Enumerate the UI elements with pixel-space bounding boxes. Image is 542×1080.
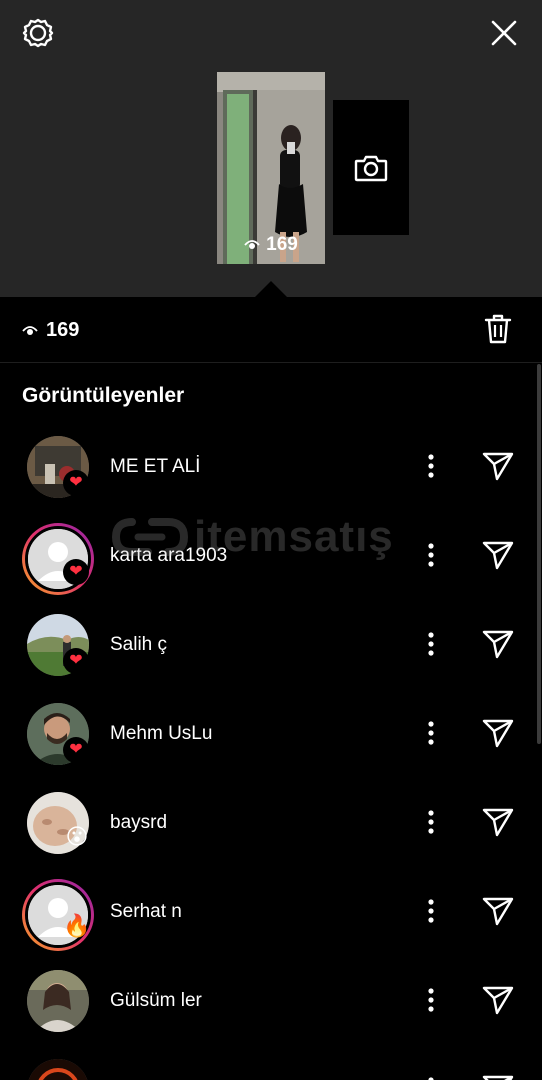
paper-plane-icon bbox=[482, 897, 514, 926]
more-dots-icon bbox=[428, 810, 434, 834]
views-summary-bar: 169 bbox=[0, 297, 542, 363]
close-x-icon bbox=[491, 20, 517, 46]
story-view-number: 169 bbox=[266, 234, 298, 255]
viewer-row[interactable]: D bbox=[0, 1045, 542, 1080]
trash-icon bbox=[484, 314, 512, 344]
story-view-count: 169 bbox=[217, 234, 325, 256]
story-thumbnail[interactable]: 169 bbox=[217, 72, 325, 264]
more-options-button[interactable] bbox=[416, 984, 446, 1016]
paper-plane-icon bbox=[482, 452, 514, 481]
delete-story-button[interactable] bbox=[478, 311, 518, 347]
send-message-button[interactable] bbox=[478, 1071, 518, 1080]
viewer-row[interactable]: Gülsüm ler bbox=[0, 956, 542, 1045]
avatar[interactable]: ❤ bbox=[22, 614, 94, 686]
send-message-button[interactable] bbox=[478, 626, 518, 662]
eye-icon bbox=[22, 325, 38, 335]
more-dots-icon bbox=[428, 632, 434, 656]
heart-reaction-icon: ❤ bbox=[63, 737, 89, 763]
more-options-button[interactable] bbox=[416, 628, 446, 660]
more-options-button[interactable] bbox=[416, 895, 446, 927]
viewer-username[interactable]: Mehm UsLu bbox=[110, 723, 212, 745]
viewer-row[interactable]: ❤ Mehm UsLu bbox=[0, 689, 542, 778]
more-options-button[interactable] bbox=[416, 450, 446, 482]
avatar[interactable]: 😮 bbox=[22, 792, 94, 864]
paper-plane-icon bbox=[482, 808, 514, 837]
more-options-button[interactable] bbox=[416, 1073, 446, 1080]
selection-pointer bbox=[255, 281, 287, 297]
send-message-button[interactable] bbox=[478, 715, 518, 751]
viewer-row[interactable]: ❤ Salih ç bbox=[0, 600, 542, 689]
paper-plane-icon bbox=[482, 719, 514, 748]
avatar[interactable] bbox=[22, 970, 94, 1042]
more-options-button[interactable] bbox=[416, 717, 446, 749]
eye-icon bbox=[244, 240, 260, 249]
story-preview-area: 169 bbox=[0, 0, 542, 297]
avatar[interactable]: ❤ bbox=[22, 523, 94, 597]
viewer-row[interactable]: 😮 baysrd bbox=[0, 778, 542, 867]
send-message-button[interactable] bbox=[478, 893, 518, 929]
add-story-camera-button[interactable] bbox=[333, 100, 409, 235]
paper-plane-icon bbox=[482, 630, 514, 659]
viewer-username[interactable]: Gülsüm ler bbox=[110, 990, 202, 1012]
more-dots-icon bbox=[428, 454, 434, 478]
avatar[interactable]: ❤ bbox=[22, 436, 94, 508]
viewer-row[interactable]: ❤ ME ET ALİ bbox=[0, 422, 542, 511]
avatar[interactable]: D bbox=[22, 1059, 94, 1080]
more-options-button[interactable] bbox=[416, 806, 446, 838]
heart-reaction-icon: ❤ bbox=[63, 559, 89, 585]
settings-gear-icon bbox=[22, 18, 54, 48]
avatar[interactable]: ❤ bbox=[22, 703, 94, 775]
avatar-image bbox=[27, 970, 89, 1032]
paper-plane-icon bbox=[482, 1075, 514, 1080]
svg-text:D: D bbox=[49, 1076, 68, 1080]
send-message-button[interactable] bbox=[478, 537, 518, 573]
send-message-button[interactable] bbox=[478, 982, 518, 1018]
viewer-username[interactable]: ME ET ALİ bbox=[110, 456, 200, 478]
viewer-username[interactable]: baysrd bbox=[110, 812, 167, 834]
viewer-row[interactable]: ❤ karta ara1903 bbox=[0, 511, 542, 600]
wow-reaction-icon: 😮 bbox=[65, 824, 89, 849]
paper-plane-icon bbox=[482, 986, 514, 1015]
viewer-username[interactable]: Serhat n bbox=[110, 901, 182, 923]
settings-button[interactable] bbox=[18, 13, 58, 53]
viewer-username[interactable]: karta ara1903 bbox=[110, 545, 227, 567]
paper-plane-icon bbox=[482, 541, 514, 570]
more-dots-icon bbox=[428, 721, 434, 745]
avatar[interactable]: 🔥 bbox=[22, 879, 94, 953]
avatar-story-ring bbox=[22, 523, 94, 595]
heart-reaction-icon: ❤ bbox=[63, 648, 89, 674]
viewer-list: ❤ ME ET ALİ ❤ karta ara1903 ❤ Salih ç ❤ … bbox=[0, 422, 542, 1080]
viewers-section-title: Görüntüleyenler bbox=[22, 384, 185, 407]
more-dots-icon bbox=[428, 988, 434, 1012]
viewer-username[interactable]: Salih ç bbox=[110, 634, 167, 656]
total-views: 169 bbox=[22, 319, 79, 342]
camera-icon bbox=[354, 155, 388, 181]
avatar-image: D bbox=[27, 1059, 89, 1080]
close-button[interactable] bbox=[484, 13, 524, 53]
heart-reaction-icon: ❤ bbox=[63, 470, 89, 496]
send-message-button[interactable] bbox=[478, 448, 518, 484]
viewer-row[interactable]: 🔥 Serhat n bbox=[0, 867, 542, 956]
more-options-button[interactable] bbox=[416, 539, 446, 571]
more-dots-icon bbox=[428, 543, 434, 567]
fire-reaction-icon: 🔥 bbox=[63, 913, 91, 938]
send-message-button[interactable] bbox=[478, 804, 518, 840]
more-dots-icon bbox=[428, 899, 434, 923]
total-views-number: 169 bbox=[46, 319, 80, 341]
